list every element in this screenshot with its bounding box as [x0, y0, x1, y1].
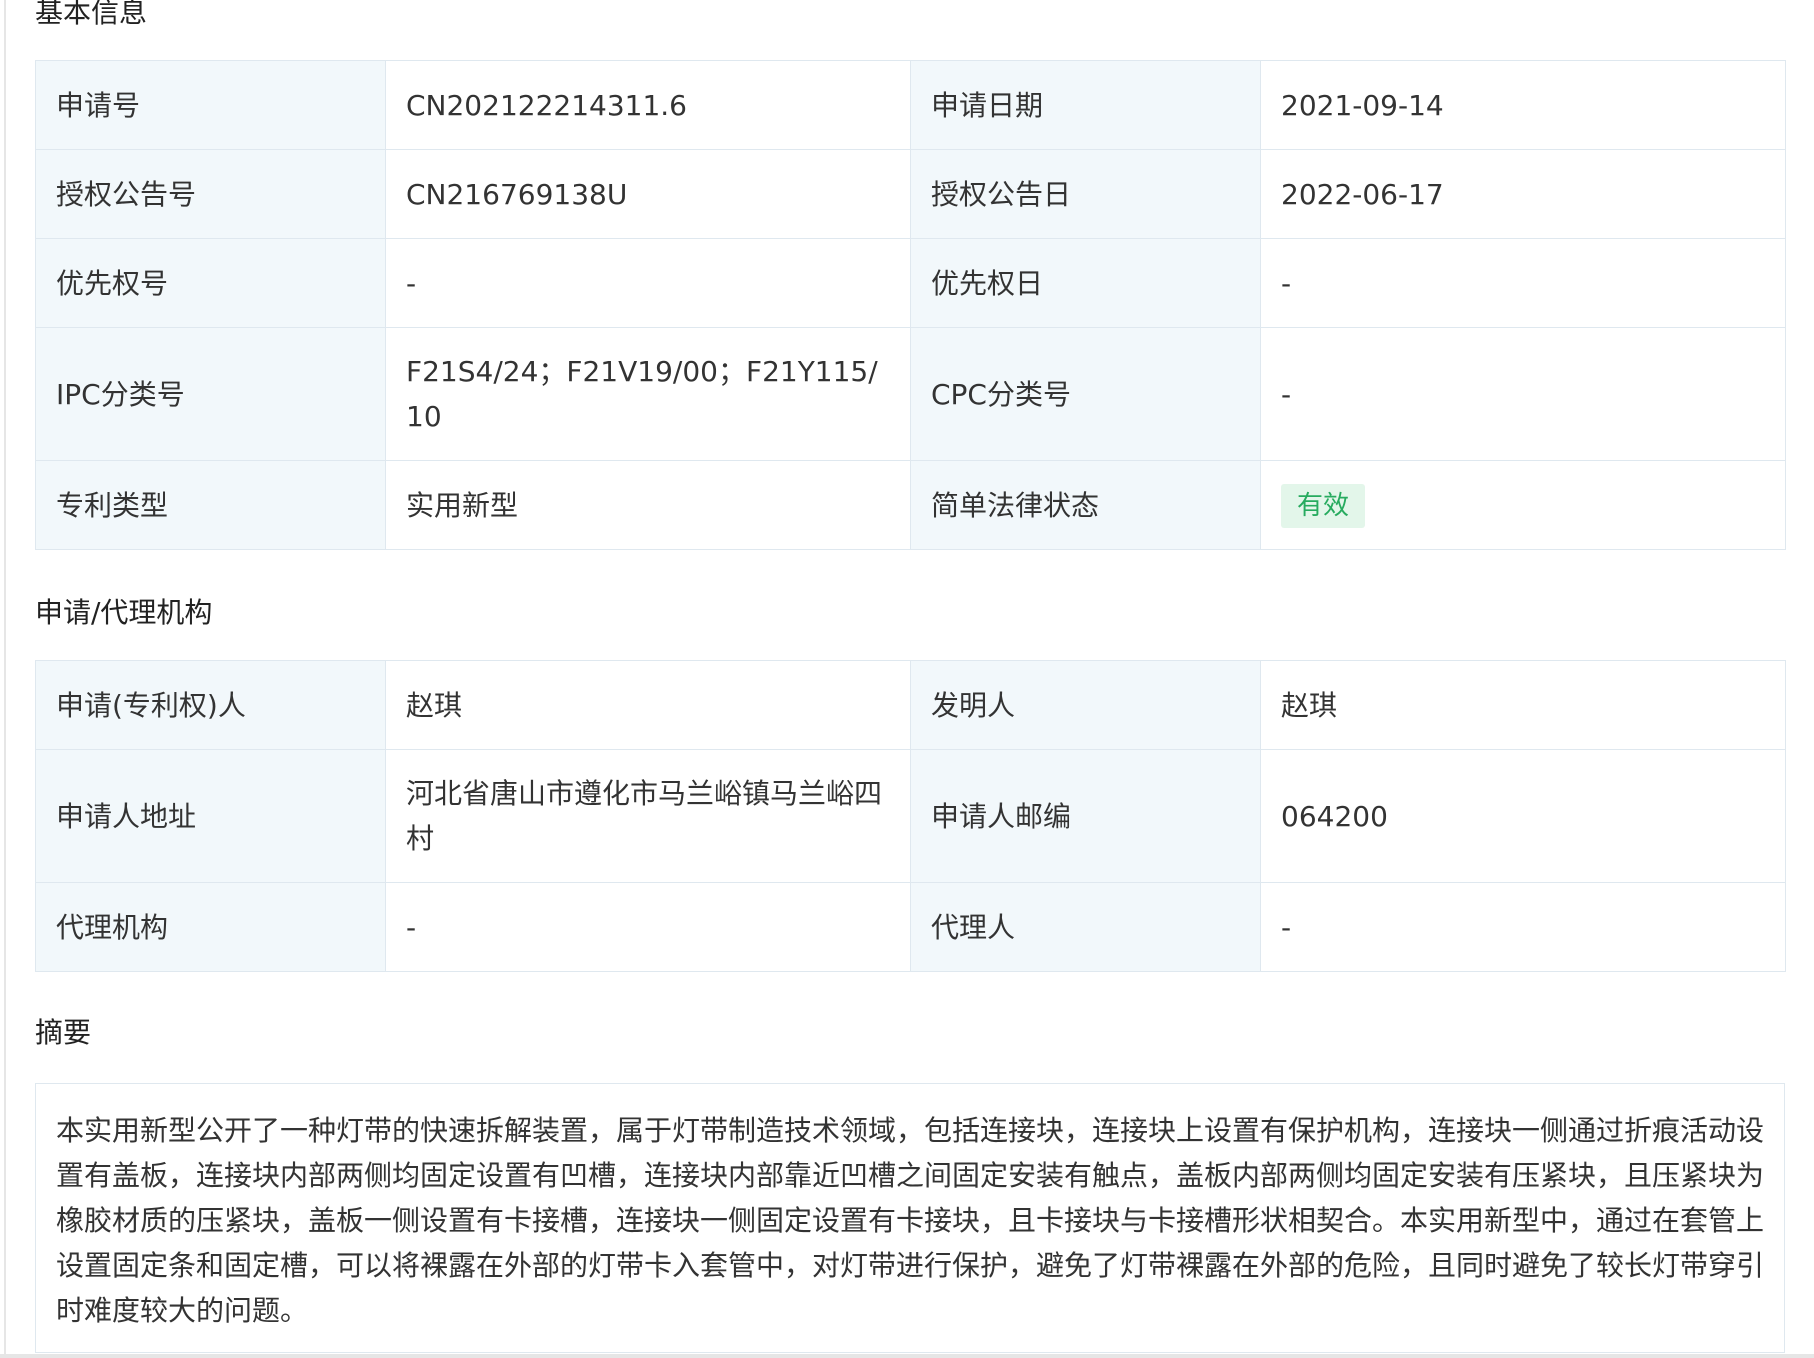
abstract-text: 本实用新型公开了一种灯带的快速拆解装置，属于灯带制造技术领域，包括连接块，连接块…	[35, 1083, 1785, 1353]
applicant-postcode-value: 064200	[1260, 749, 1786, 883]
grant-pub-date-value: 2022-06-17	[1260, 149, 1786, 239]
cpc-class-label: CPC分类号	[910, 327, 1261, 461]
left-divider	[4, 0, 6, 1358]
priority-number-label: 优先权号	[35, 238, 386, 328]
agent-label: 代理人	[910, 882, 1261, 972]
agency-title: 申请/代理机构	[35, 596, 213, 629]
priority-number-value: -	[385, 238, 911, 328]
legal-status-badge: 有效	[1281, 484, 1366, 528]
table-row: 专利类型 实用新型 简单法律状态 有效	[35, 460, 1786, 550]
application-number-label: 申请号	[35, 60, 386, 150]
applicant-address-value: 河北省唐山市遵化市马兰峪镇马兰峪四村	[385, 749, 911, 883]
applicant-address-label: 申请人地址	[35, 749, 386, 883]
table-row: 申请人地址 河北省唐山市遵化市马兰峪镇马兰峪四村 申请人邮编 064200	[35, 749, 1786, 883]
grant-pub-number-value: CN216769138U	[385, 149, 911, 239]
table-row: IPC分类号 F21S4/24；F21V19/00；F21Y115/10 CPC…	[35, 327, 1786, 461]
inventor-label: 发明人	[910, 660, 1261, 750]
table-row: 授权公告号 CN216769138U 授权公告日 2022-06-17	[35, 149, 1786, 239]
applicant-label: 申请(专利权)人	[35, 660, 386, 750]
table-row: 申请号 CN202122214311.6 申请日期 2021-09-14	[35, 60, 1786, 150]
grant-pub-number-label: 授权公告号	[35, 149, 386, 239]
legal-status-label: 简单法律状态	[910, 460, 1261, 550]
grant-pub-date-label: 授权公告日	[910, 149, 1261, 239]
ipc-class-value: F21S4/24；F21V19/00；F21Y115/10	[385, 327, 911, 461]
priority-date-label: 优先权日	[910, 238, 1261, 328]
application-number-value: CN202122214311.6	[385, 60, 911, 150]
application-date-value: 2021-09-14	[1260, 60, 1786, 150]
ipc-class-label: IPC分类号	[35, 327, 386, 461]
basic-info-title: 基本信息	[35, 0, 148, 29]
inventor-value: 赵琪	[1260, 660, 1786, 750]
priority-date-value: -	[1260, 238, 1786, 328]
agent-value: -	[1260, 882, 1786, 972]
applicant-postcode-label: 申请人邮编	[910, 749, 1261, 883]
patent-detail-page: 基本信息 申请号 CN202122214311.6 申请日期 2021-09-1…	[0, 0, 1814, 1358]
basic-info-table: 申请号 CN202122214311.6 申请日期 2021-09-14 授权公…	[35, 60, 1786, 550]
applicant-value: 赵琪	[385, 660, 911, 750]
agency-label: 代理机构	[35, 882, 386, 972]
table-row: 申请(专利权)人 赵琪 发明人 赵琪	[35, 660, 1786, 750]
bottom-divider	[0, 1354, 1814, 1358]
agency-table: 申请(专利权)人 赵琪 发明人 赵琪 申请人地址 河北省唐山市遵化市马兰峪镇马兰…	[35, 660, 1786, 972]
abstract-title: 摘要	[35, 1016, 92, 1049]
table-row: 代理机构 - 代理人 -	[35, 882, 1786, 972]
patent-type-value: 实用新型	[385, 460, 911, 550]
table-row: 优先权号 - 优先权日 -	[35, 238, 1786, 328]
agency-value: -	[385, 882, 911, 972]
application-date-label: 申请日期	[910, 60, 1261, 150]
legal-status-cell: 有效	[1260, 460, 1786, 550]
cpc-class-value: -	[1260, 327, 1786, 461]
patent-type-label: 专利类型	[35, 460, 386, 550]
